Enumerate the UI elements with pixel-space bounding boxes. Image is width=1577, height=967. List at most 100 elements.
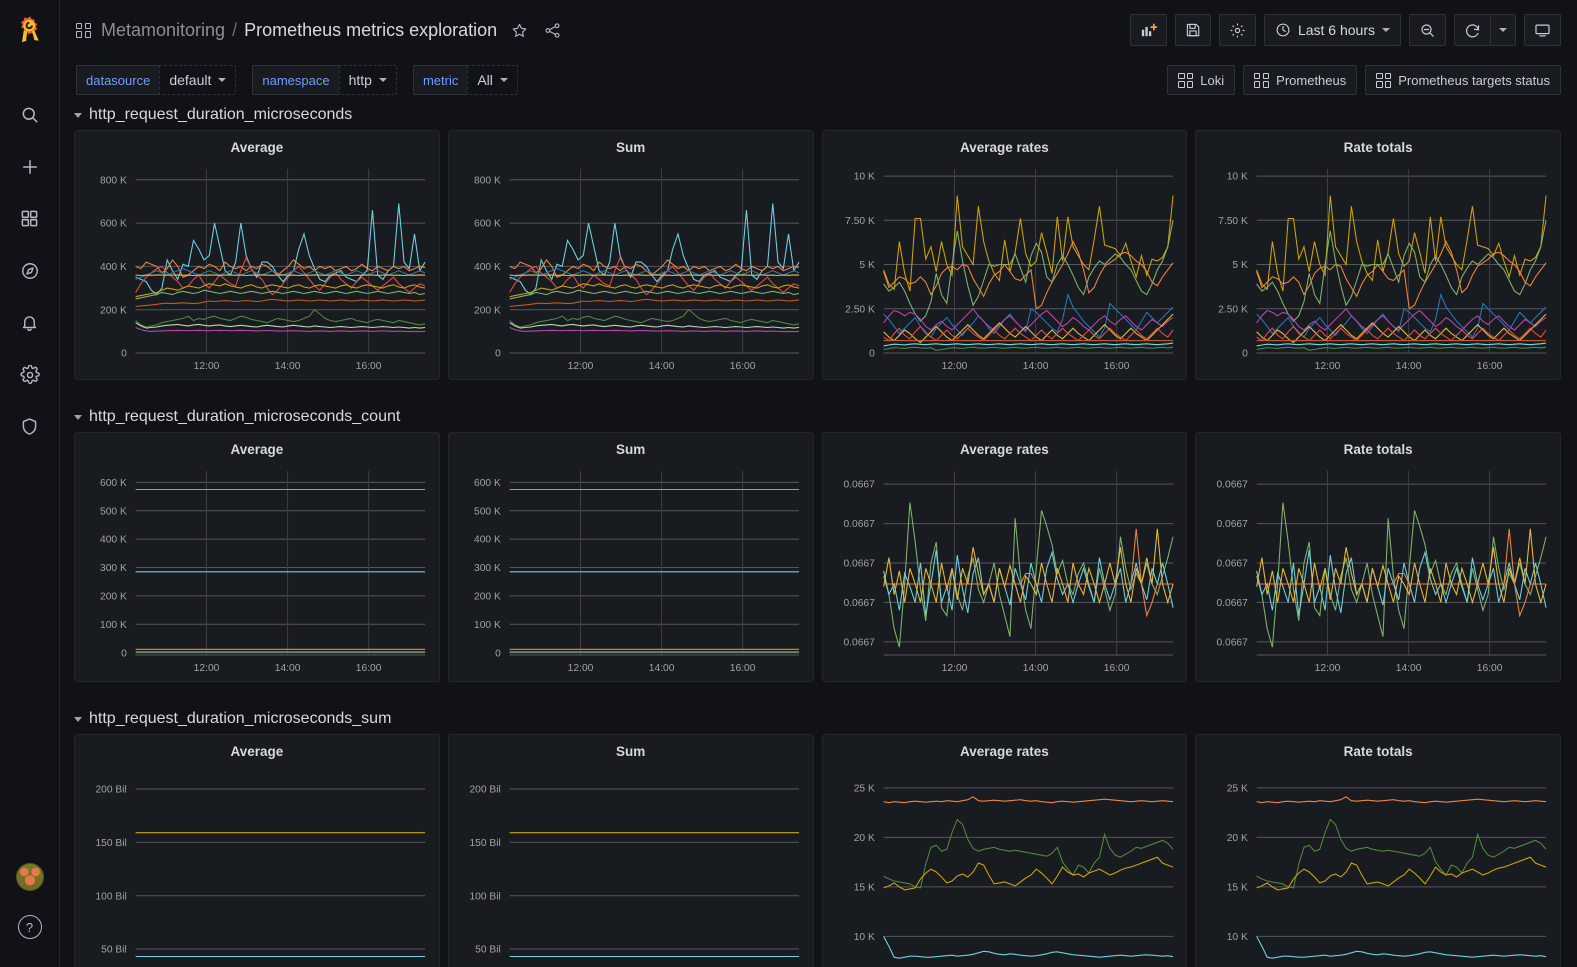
svg-text:20 K: 20 K	[1227, 833, 1248, 844]
panel-graph[interactable]: 10 K15 K20 K25 K	[823, 763, 1187, 967]
svg-text:12:00: 12:00	[1315, 361, 1341, 372]
panel-graph[interactable]: 02.50 K5 K7.50 K10 K12:0014:0016:00	[1196, 159, 1560, 379]
dashboard-link-label: Loki	[1200, 73, 1224, 88]
panel[interactable]: Sum0100 K200 K300 K400 K500 K600 K12:001…	[448, 432, 814, 682]
gear-icon	[20, 365, 40, 390]
svg-text:0.0667: 0.0667	[1217, 480, 1249, 491]
zoom-out-time-button[interactable]	[1409, 14, 1446, 46]
dashboard-link-prometheus-targets-status[interactable]: Prometheus targets status	[1365, 65, 1561, 95]
svg-text:5 K: 5 K	[1233, 260, 1248, 271]
svg-text:14:00: 14:00	[1022, 361, 1048, 372]
chevron-down-icon	[1499, 28, 1507, 32]
panel-graph[interactable]: 0200 K400 K600 K800 K12:0014:0016:00	[75, 159, 439, 379]
breadcrumb-folder[interactable]: Metamonitoring	[101, 20, 225, 41]
svg-text:14:00: 14:00	[275, 361, 301, 372]
panel[interactable]: Average rates10 K15 K20 K25 K	[822, 734, 1188, 967]
variable-value-namespace[interactable]: http	[339, 65, 397, 95]
grafana-logo[interactable]	[0, 0, 60, 60]
sidebar-item-dashboards[interactable]	[15, 206, 45, 236]
panel[interactable]: Average rates0.06670.06670.06670.06670.0…	[822, 432, 1188, 682]
sidebar-item-create[interactable]	[15, 154, 45, 184]
svg-text:0: 0	[495, 648, 501, 659]
refresh-interval-picker[interactable]	[1490, 14, 1516, 46]
panel-title[interactable]: Sum	[449, 735, 813, 763]
dashboard-link-loki[interactable]: Loki	[1167, 65, 1235, 95]
panel-graph[interactable]: 0.06670.06670.06670.06670.066712:0014:00…	[823, 461, 1187, 681]
panel[interactable]: Average0200 K400 K600 K800 K12:0014:0016…	[74, 130, 440, 380]
svg-text:500 K: 500 K	[474, 506, 501, 517]
dashboard-settings-button[interactable]	[1219, 14, 1256, 46]
panel[interactable]: Rate totals02.50 K5 K7.50 K10 K12:0014:0…	[1195, 130, 1561, 380]
avatar[interactable]	[16, 863, 44, 891]
panel[interactable]: Average50 Bil100 Bil150 Bil200 Bil	[74, 734, 440, 967]
panel-title[interactable]: Average rates	[823, 735, 1187, 763]
panel-title[interactable]: Average	[75, 433, 439, 461]
page-title[interactable]: Prometheus metrics exploration	[244, 20, 497, 41]
dashboard-link-prometheus[interactable]: Prometheus	[1243, 65, 1357, 95]
panel-row-0: Average 0200 K400 K600 K800 K12:0014:0016…	[60, 130, 1577, 380]
panel[interactable]: Rate totals10 K15 K20 K25 K	[1195, 734, 1561, 967]
row-spacer	[60, 380, 1577, 402]
panel-title[interactable]: Rate totals	[1196, 131, 1560, 159]
svg-text:200 Bil: 200 Bil	[469, 785, 500, 796]
panel[interactable]: Rate totals0.06670.06670.06670.06670.066…	[1195, 432, 1561, 682]
chevron-down-icon	[74, 113, 82, 118]
panel-title[interactable]: Average rates	[823, 131, 1187, 159]
svg-text:16:00: 16:00	[1477, 361, 1503, 372]
svg-text:0.0667: 0.0667	[1217, 637, 1249, 648]
help-icon[interactable]: ?	[18, 915, 42, 939]
svg-text:16:00: 16:00	[730, 361, 756, 372]
panel-title[interactable]: Rate totals	[1196, 735, 1560, 763]
panel-title[interactable]: Rate totals	[1196, 433, 1560, 461]
row-header-1[interactable]: http_request_duration_microseconds_count	[60, 402, 1577, 432]
panel-title[interactable]: Average	[75, 131, 439, 159]
variable-namespace: namespace http	[252, 65, 397, 95]
panel-graph[interactable]: 02.50 K5 K7.50 K10 K12:0014:0016:00	[823, 159, 1187, 379]
add-panel-button[interactable]	[1130, 14, 1167, 46]
sidebar-item-explore[interactable]	[15, 258, 45, 288]
row-header-0[interactable]: http_request_duration_microseconds	[60, 100, 1577, 130]
plus-icon	[20, 157, 40, 182]
panel[interactable]: Sum50 Bil100 Bil150 Bil200 Bil	[448, 734, 814, 967]
panel[interactable]: Average0100 K200 K300 K400 K500 K600 K12…	[74, 432, 440, 682]
variable-value-datasource[interactable]: default	[159, 65, 236, 95]
sidebar-item-configuration[interactable]	[15, 362, 45, 392]
search-icon	[20, 105, 40, 130]
svg-text:16:00: 16:00	[1103, 663, 1129, 674]
dashboard-toolbar: Last 6 hours	[1130, 14, 1561, 46]
variable-value-metric[interactable]: All	[467, 65, 518, 95]
panel-graph[interactable]: 10 K15 K20 K25 K	[1196, 763, 1560, 967]
panel-graph[interactable]: 0.06670.06670.06670.06670.066712:0014:00…	[1196, 461, 1560, 681]
panel-title[interactable]: Average rates	[823, 433, 1187, 461]
panel-graph[interactable]: 50 Bil100 Bil150 Bil200 Bil	[449, 763, 813, 967]
panel-title[interactable]: Sum	[449, 131, 813, 159]
sidebar-item-search[interactable]	[15, 102, 45, 132]
svg-text:10 K: 10 K	[853, 172, 874, 183]
row-header-2[interactable]: http_request_duration_microseconds_sum	[60, 704, 1577, 734]
sidebar-item-alerting[interactable]	[15, 310, 45, 340]
panel[interactable]: Average rates02.50 K5 K7.50 K10 K12:0014…	[822, 130, 1188, 380]
save-dashboard-button[interactable]	[1175, 14, 1211, 46]
panel-graph[interactable]: 0200 K400 K600 K800 K12:0014:0016:00	[449, 159, 813, 379]
panel-title[interactable]: Average	[75, 735, 439, 763]
time-range-picker[interactable]: Last 6 hours	[1264, 14, 1401, 46]
tv-mode-button[interactable]	[1524, 14, 1561, 46]
svg-text:200 K: 200 K	[100, 591, 127, 602]
share-icon[interactable]	[544, 22, 561, 39]
shield-icon	[20, 417, 39, 441]
svg-text:300 K: 300 K	[100, 563, 127, 574]
svg-text:600 K: 600 K	[100, 219, 127, 230]
variable-datasource: datasource default	[76, 65, 236, 95]
panel[interactable]: Sum0200 K400 K600 K800 K12:0014:0016:00	[448, 130, 814, 380]
svg-text:2.50 K: 2.50 K	[1218, 304, 1248, 315]
svg-text:14:00: 14:00	[1396, 361, 1422, 372]
svg-text:16:00: 16:00	[356, 361, 382, 372]
star-icon[interactable]	[511, 22, 528, 39]
panel-graph[interactable]: 0100 K200 K300 K400 K500 K600 K12:0014:0…	[75, 461, 439, 681]
sidebar-item-server-admin[interactable]	[15, 414, 45, 444]
panel-title[interactable]: Sum	[449, 433, 813, 461]
svg-text:50 Bil: 50 Bil	[475, 945, 501, 956]
panel-graph[interactable]: 50 Bil100 Bil150 Bil200 Bil	[75, 763, 439, 967]
panel-graph[interactable]: 0100 K200 K300 K400 K500 K600 K12:0014:0…	[449, 461, 813, 681]
refresh-dashboard-button[interactable]	[1454, 14, 1490, 46]
